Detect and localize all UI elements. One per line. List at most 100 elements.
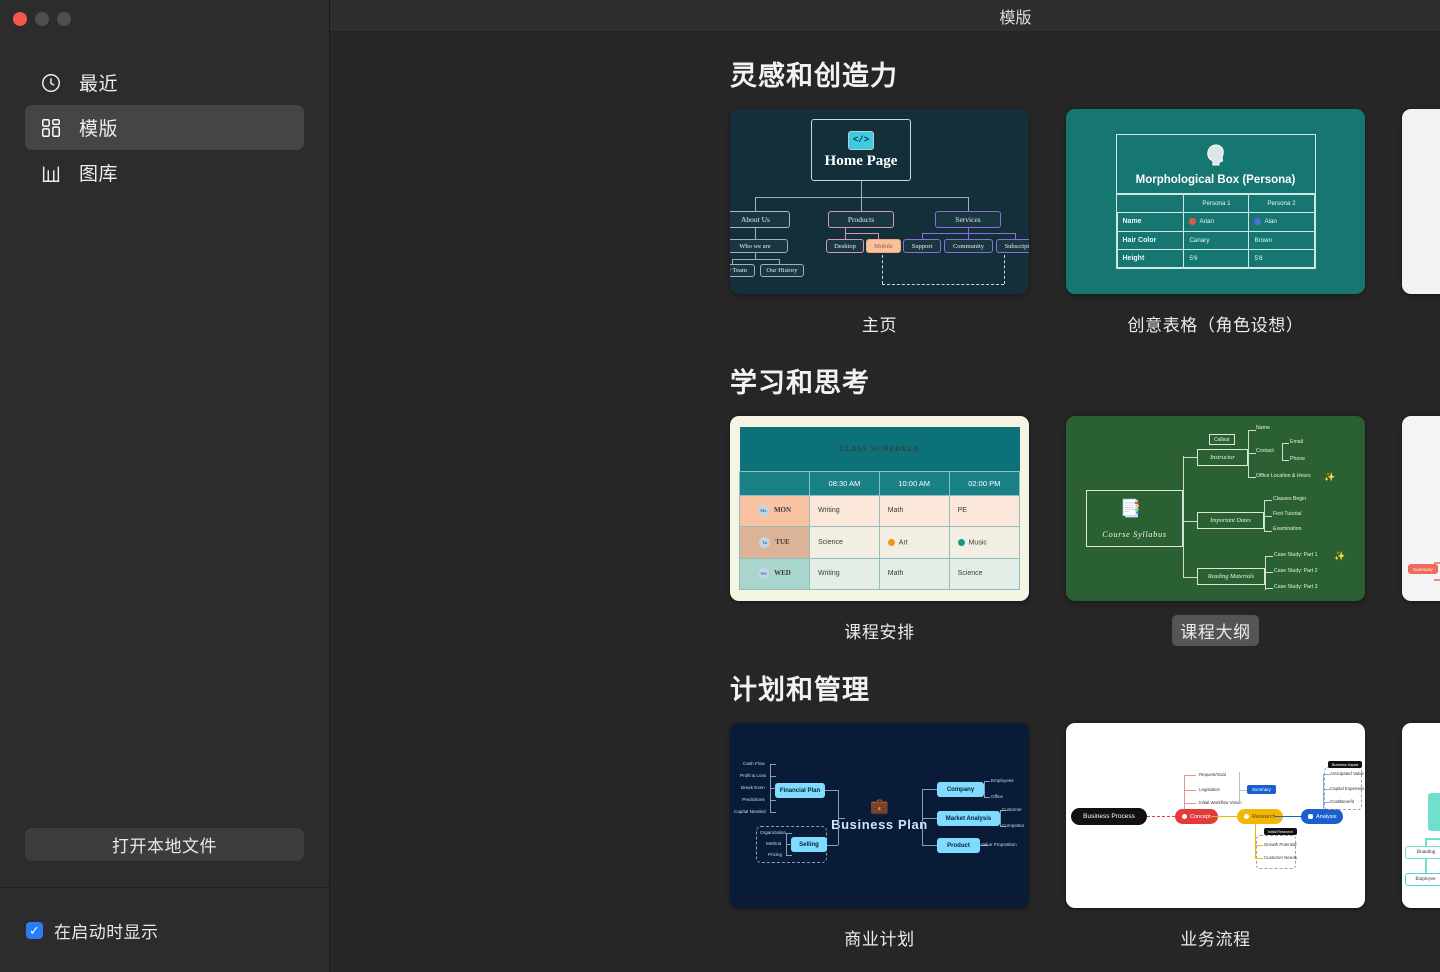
template-card-business-process[interactable]: Business Process Concept Request/Goal Le… [1066,723,1365,953]
sidebar-item-recent[interactable]: 最近 [25,60,304,105]
card-label-course-syllabus: 课程大纲 [1066,615,1365,646]
sy-root-label: Course Syllabus [1087,529,1182,539]
card-label-business-plan: 商业计划 [730,922,1029,953]
thumbnail-business-process: Business Process Concept Request/Goal Le… [1066,723,1365,908]
mb-row-hair: Hair Color Canary Brown [1117,231,1314,249]
show-on-startup-label: 在启动时显示 [54,918,158,943]
cs-row-wed: WeWED Writing Math Science [740,558,1020,590]
hp-node-about-us: About Us [730,211,790,228]
pr-leaf-initial-workflow: Initial Workflow Vision [1199,800,1242,805]
pr-leaf-anticipated-value: Anticipated Value [1330,771,1364,776]
library-icon [39,161,63,185]
mb-table: Persona 1 Persona 2 Name Arian Alan Hair… [1117,194,1315,267]
bp-leaf-predictions: Predictions [742,797,765,802]
template-card-class-schedule[interactable]: CLASS SCHEDULE 08:30 AM 10:00 AM 02:00 P… [730,416,1029,646]
card-label-class-schedule: 课程安排 [730,615,1029,646]
sparkle-icon-1: ✨ [1324,472,1335,483]
template-row-3: 💼 Business Plan Financial Plan Cash Flow… [330,723,1440,953]
template-card-company-structure[interactable]: Company Structure 🔒 Design [1402,723,1440,953]
card-label-dissertation: 学位论文 [1402,615,1440,646]
section-title-planning: 计划和管理 [330,646,1440,723]
card-label-story-outline: 故事大纲 [1402,308,1440,339]
cs-cell-wed-1: Writing [810,558,880,590]
mb-cell-hair-2: Brown [1249,231,1314,249]
app-window: 最近 模版 图库 打开本地文 [0,0,1440,972]
cs-time-1: 08:30 AM [810,471,880,495]
bp-leaf-value-proposition: Value Proposition [981,842,1017,847]
pr-group-header-initial-research: Initial Research [1264,828,1297,835]
hp-node-services: Services [935,211,1001,228]
bp-node-financial-plan: Financial Plan [775,783,825,798]
show-on-startup-row[interactable]: ✓ 在启动时显示 [0,888,329,972]
template-card-story-outline[interactable]: 📖 Story Outline Setting Place Time [1402,109,1440,339]
hp-root-node: </> Home Page [811,119,911,181]
sy-leaf-case-1: Case Study: Part 1 [1274,552,1318,558]
sidebar-item-recent-label: 最近 [79,69,118,96]
sidebar-item-library[interactable]: 图库 [25,150,304,195]
sidebar-item-library-label: 图库 [79,159,118,186]
bp-node-company: Company [937,782,984,797]
cs-day-wed: WeWED [740,558,810,590]
sy-leaf-examination: Examination [1273,526,1302,532]
hp-node-mobile: Mobile [866,239,901,253]
notebook-icon: 📑 [1120,499,1141,519]
bp-node-selling: Selling [791,837,827,852]
thumbnail-business-plan: 💼 Business Plan Financial Plan Cash Flow… [730,723,1029,908]
template-card-home-page[interactable]: </> Home Page About Us Products Services [730,109,1029,339]
bp-node-market-analysis: Market Analysis [937,811,1000,826]
bp-node-product: Product [937,838,980,853]
pr-tag-summary: Summary [1247,785,1276,794]
card-label-morphological-box: 创意表格（角色设想） [1066,308,1365,339]
cs-cell-tue-2: Art [879,527,949,559]
template-card-business-plan[interactable]: 💼 Business Plan Financial Plan Cash Flow… [730,723,1029,953]
cs-cell-tue-3: Music [949,527,1019,559]
maximize-button[interactable] [57,12,71,26]
window-controls [0,0,329,44]
hp-node-subscription: Subscription [996,239,1029,253]
mb-table-wrapper: Morphological Box (Persona) Persona 1 Pe… [1116,134,1316,268]
hp-node-community: Community [944,239,993,253]
card-label-business-process: 业务流程 [1066,922,1365,953]
close-button[interactable] [13,12,27,26]
sy-leaf-classes-begin: Classes Begin [1273,496,1306,502]
window-title: 模版 [330,0,1440,32]
pr-group-header-business-impact: Business Impact [1328,761,1362,768]
template-row-1: </> Home Page About Us Products Services [330,109,1440,339]
mb-cell-height-1: 5'6 [1184,249,1249,267]
sy-leaf-office: Office Location & Hours [1256,473,1311,479]
cs-cell-mon-3: PE [949,495,1019,527]
mb-row-height: Height 5'6 5'8 [1117,249,1314,267]
sy-callout: Callout [1209,434,1235,445]
sy-node-instructor: Instructor [1197,449,1248,466]
thumbnail-morphological-box: Morphological Box (Persona) Persona 1 Pe… [1066,109,1365,294]
hp-node-desktop: Desktop [826,239,864,253]
code-icon: </> [848,131,874,150]
card-label-company-structure: 公司架构 [1402,922,1440,953]
bp-leaf-cash-flow: Cash Flow [743,761,765,766]
cs-row-mon: MoMON Writing Math PE [740,495,1020,527]
cs-cell-tue-1: Science [810,527,880,559]
bp-leaf-office: Office [991,794,1003,799]
cs-title: CLASS SCHEDULE [740,427,1020,471]
open-local-file-button[interactable]: 打开本地文件 [25,828,304,861]
sparkle-icon-2: ✨ [1334,551,1345,562]
mb-cell-name-2: Alan [1249,213,1314,231]
template-card-course-syllabus[interactable]: 📑 Course Syllabus Instructor Callout Nam… [1066,416,1365,646]
cs-row-tue: TuTUE Science Art Music [740,527,1020,559]
template-row-2: CLASS SCHEDULE 08:30 AM 10:00 AM 02:00 P… [330,416,1440,646]
pr-leaf-growth-potential: Growth Potential [1264,842,1296,847]
template-card-dissertation[interactable]: 📝 Dissertation 3.1Introduction Establish… [1402,416,1440,646]
show-on-startup-checkbox[interactable]: ✓ [26,922,43,939]
pr-leaf-legislation: Legislation [1199,787,1220,792]
pr-node-analysis: Analysis [1301,809,1343,824]
mb-col-persona-2: Persona 2 [1249,195,1314,213]
cs-time-2: 10:00 AM [879,471,949,495]
cs-title-row: CLASS SCHEDULE [740,427,1020,471]
cs-time-3: 02:00 PM [949,471,1019,495]
template-card-morphological-box[interactable]: Morphological Box (Persona) Persona 1 Pe… [1066,109,1365,339]
bp-leaf-break-even: Break Even [741,785,765,790]
sidebar-item-templates[interactable]: 模版 [25,105,304,150]
hp-node-our-history: Our History [760,264,804,277]
hp-root-label: Home Page [825,153,898,170]
minimize-button[interactable] [35,12,49,26]
